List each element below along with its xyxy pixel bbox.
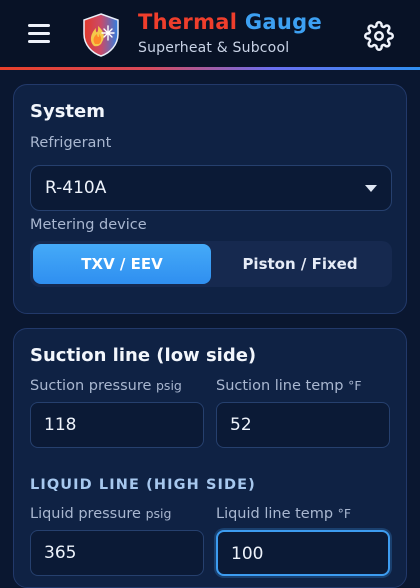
suction-temp-value: 52	[230, 415, 252, 435]
metering-device-label: Metering device	[30, 217, 147, 233]
app-title-gauge: Gauge	[244, 10, 322, 34]
header-accent-bar	[0, 67, 420, 70]
suction-pressure-label: Suction pressure psig	[30, 378, 182, 394]
suction-pressure-value: 118	[44, 415, 77, 435]
liquid-pressure-input[interactable]: 365	[30, 530, 204, 576]
liquid-temp-label: Liquid line temp °F	[216, 506, 351, 522]
liquid-temp-unit: °F	[337, 506, 352, 521]
liquid-temp-label-text: Liquid line temp	[216, 506, 334, 522]
liquid-pressure-value: 365	[44, 543, 77, 563]
app-title: Thermal Gauge	[138, 10, 322, 34]
suction-temp-label: Suction line temp °F	[216, 378, 362, 394]
app-header: Thermal Gauge Superheat & Subcool	[0, 0, 420, 70]
metering-option-piston[interactable]: Piston / Fixed	[211, 244, 389, 284]
liquid-temp-value: 100	[231, 544, 264, 564]
gear-icon[interactable]	[364, 21, 394, 51]
chevron-down-icon	[365, 185, 377, 192]
system-card: System Refrigerant R-410A Metering devic…	[13, 84, 407, 314]
liquid-pressure-label-text: Liquid pressure	[30, 506, 141, 522]
metering-device-toggle: TXV / EEV Piston / Fixed	[30, 241, 392, 287]
suction-pressure-unit: psig	[156, 378, 182, 393]
suction-pressure-input[interactable]: 118	[30, 402, 204, 448]
suction-temp-unit: °F	[348, 378, 362, 393]
suction-title: Suction line (low side)	[30, 345, 257, 366]
liquid-temp-input[interactable]: 100	[216, 530, 390, 576]
liquid-pressure-label: Liquid pressure psig	[30, 506, 171, 522]
app-subtitle: Superheat & Subcool	[138, 40, 290, 56]
liquid-pressure-unit: psig	[145, 506, 172, 521]
system-title: System	[30, 101, 105, 122]
liquid-line-title: LIQUID LINE (HIGH SIDE)	[30, 477, 256, 493]
refrigerant-value: R-410A	[45, 178, 107, 198]
hamburger-menu-icon[interactable]	[28, 24, 52, 46]
suction-pressure-label-text: Suction pressure	[30, 378, 152, 394]
suction-temp-label-text: Suction line temp	[216, 378, 344, 394]
metering-option-txv[interactable]: TXV / EEV	[33, 244, 211, 284]
suction-temp-input[interactable]: 52	[216, 402, 390, 448]
refrigerant-select[interactable]: R-410A	[30, 165, 392, 211]
app-title-thermal: Thermal	[138, 10, 238, 34]
suction-line-card: Suction line (low side) Suction pressure…	[13, 328, 407, 588]
shield-flame-snowflake-logo	[83, 13, 119, 57]
refrigerant-label: Refrigerant	[30, 135, 112, 151]
